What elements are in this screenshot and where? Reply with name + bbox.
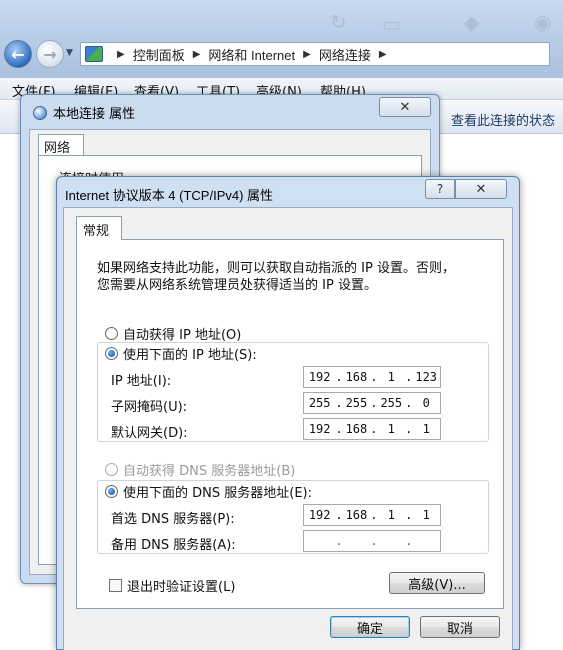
preferred-dns-label: 首选 DNS 服务器(P):: [111, 512, 235, 527]
auto-dns-label: 自动获得 DNS 服务器地址(B): [123, 464, 296, 479]
breadcrumb-network-internet[interactable]: 网络和 Internet: [208, 45, 295, 64]
manual-ip-radio[interactable]: 使用下面的 IP 地址(S):: [105, 344, 261, 363]
radio-unchecked-icon: [105, 463, 118, 476]
manual-ip-label: 使用下面的 IP 地址(S):: [123, 348, 257, 363]
breadcrumb-control-panel[interactable]: 控制面板: [133, 45, 185, 64]
ip-address-input[interactable]: 192. 168. 1. 123: [303, 366, 441, 388]
chevron-right-icon: ▶: [378, 48, 387, 60]
radio-checked-icon: [105, 485, 118, 498]
advanced-button[interactable]: 高级(V)...: [389, 572, 485, 594]
window-icon: ▭: [382, 12, 401, 36]
radio-unchecked-icon: [105, 327, 118, 340]
preferred-dns-input[interactable]: 192. 168. 1. 1: [303, 504, 441, 526]
breadcrumb-network-connections[interactable]: 网络连接: [319, 45, 371, 64]
radio-checked-icon: [105, 347, 118, 360]
validate-settings-checkbox[interactable]: 退出时验证设置(L): [109, 576, 235, 595]
manual-dns-radio[interactable]: 使用下面的 DNS 服务器地址(E):: [105, 482, 316, 501]
window-title: 本地连接 属性: [33, 103, 135, 122]
explorer-title-area: ↻ ▭ ◆ ◉ ← → ▼ ▶ 控制面板 ▶ 网络和 Internet ▶ 网络…: [0, 0, 563, 78]
address-bar[interactable]: ▶ 控制面板 ▶ 网络和 Internet ▶ 网络连接 ▶: [80, 42, 550, 66]
validate-settings-label: 退出时验证设置(L): [127, 580, 236, 595]
ip-address-label: IP 地址(I):: [111, 374, 172, 389]
question-icon: ?: [436, 182, 444, 196]
auto-ip-radio[interactable]: 自动获得 IP 地址(O): [105, 324, 241, 343]
chevron-right-icon: ▶: [192, 48, 201, 60]
default-gateway-label: 默认网关(D):: [111, 426, 188, 441]
ipv4-properties-dialog: Internet 协议版本 4 (TCP/IPv4) 属性 ? ✕ 常规 如果网…: [56, 176, 520, 650]
manual-dns-label: 使用下面的 DNS 服务器地址(E):: [123, 486, 312, 501]
close-button[interactable]: ✕: [379, 97, 431, 117]
chevron-right-icon: ▶: [117, 48, 125, 60]
auto-ip-label: 自动获得 IP 地址(O): [123, 328, 242, 343]
general-tab-panel: 如果网络支持此功能，则可以获取自动指派的 IP 设置。否则， 您需要从网络系统管…: [76, 239, 504, 609]
close-button[interactable]: ✕: [455, 179, 507, 199]
ok-button[interactable]: 确定: [330, 616, 410, 638]
refresh-icon: ↻: [330, 10, 347, 34]
tab-general[interactable]: 常规: [76, 216, 122, 240]
dialog-client: 常规 如果网络支持此功能，则可以获取自动指派的 IP 设置。否则， 您需要从网络…: [63, 207, 513, 650]
auto-dns-radio[interactable]: 自动获得 DNS 服务器地址(B): [105, 460, 295, 479]
control-panel-icon: [85, 46, 103, 62]
checkbox-unchecked-icon: [109, 579, 122, 592]
default-gateway-input[interactable]: 192. 168. 1. 1: [303, 418, 441, 440]
view-connection-status-button[interactable]: 查看此连接的状态: [451, 110, 555, 129]
chevron-right-icon: ▶: [303, 48, 311, 60]
description-text: 如果网络支持此功能，则可以获取自动指派的 IP 设置。否则， 您需要从网络系统管…: [97, 261, 455, 293]
arrow-right-icon: →: [43, 44, 57, 64]
window-title-text: 本地连接 属性: [53, 107, 136, 122]
close-icon: ✕: [475, 181, 487, 197]
arrow-left-icon: ←: [11, 44, 25, 64]
dialog-title: Internet 协议版本 4 (TCP/IPv4) 属性: [65, 188, 274, 203]
back-button[interactable]: ←: [4, 40, 32, 68]
help-icon: ◉: [534, 10, 552, 34]
settings-icon: ◆: [464, 10, 480, 34]
alternate-dns-label: 备用 DNS 服务器(A):: [111, 538, 236, 553]
cancel-button[interactable]: 取消: [420, 616, 500, 638]
tab-network[interactable]: 网络: [38, 134, 84, 156]
forward-button[interactable]: →: [36, 40, 64, 68]
subnet-mask-input[interactable]: 255. 255. 255. 0: [303, 392, 441, 414]
subnet-mask-label: 子网掩码(U):: [111, 400, 188, 415]
alternate-dns-input[interactable]: . . .: [303, 530, 441, 552]
history-dropdown-icon[interactable]: ▼: [66, 48, 73, 58]
network-adapter-icon: [33, 105, 47, 120]
help-button[interactable]: ?: [425, 179, 455, 199]
close-icon: ✕: [399, 99, 411, 115]
